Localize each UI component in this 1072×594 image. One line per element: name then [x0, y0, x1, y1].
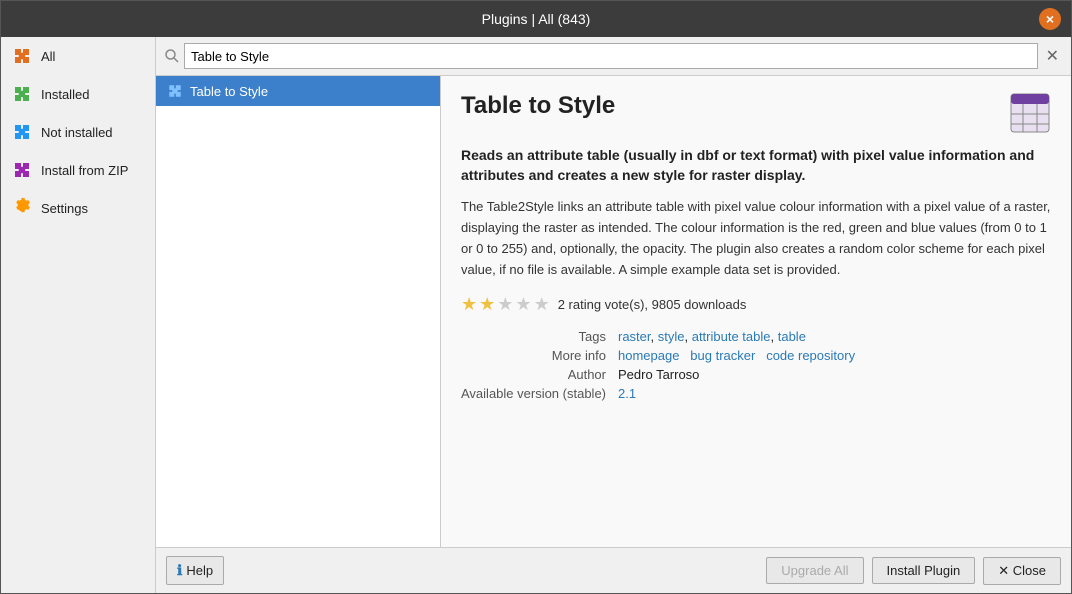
close-label: Close: [1013, 563, 1046, 578]
tags-label: Tags: [461, 329, 606, 344]
tag-raster[interactable]: raster: [618, 329, 651, 344]
tag-style[interactable]: style: [658, 329, 685, 344]
main-content: All Installed Not installed: [1, 37, 1071, 593]
sidebar: All Installed Not installed: [1, 37, 156, 593]
version-label: Available version (stable): [461, 386, 606, 401]
install-label: Install Plugin: [887, 563, 961, 578]
author-value: Pedro Tarroso: [618, 367, 1051, 382]
close-icon: ✕: [998, 563, 1009, 578]
search-input[interactable]: [184, 43, 1038, 69]
all-icon: [11, 45, 33, 67]
footer-left: ℹ Help: [166, 556, 224, 585]
close-button-footer[interactable]: ✕ Close: [983, 557, 1061, 585]
star-1: ★: [461, 294, 477, 315]
sidebar-label-not-installed: Not installed: [41, 125, 113, 140]
star-rating: ★ ★ ★ ★ ★: [461, 294, 550, 315]
sidebar-label-settings: Settings: [41, 201, 88, 216]
footer-right: Upgrade All Install Plugin ✕ Close: [766, 557, 1061, 585]
plugin-list-item-icon: [166, 82, 184, 100]
star-3: ★: [497, 294, 513, 315]
window-title: Plugins | All (843): [482, 11, 591, 27]
rating-text: 2 rating vote(s), 9805 downloads: [558, 297, 747, 312]
search-clear-button[interactable]: ✕: [1042, 46, 1063, 66]
more-info-label: More info: [461, 348, 606, 363]
tags-value: raster, style, attribute table, table: [618, 329, 1051, 344]
zip-icon: [11, 159, 33, 181]
not-installed-icon: [11, 121, 33, 143]
right-panel: ✕ Table to Style Table to Style: [156, 37, 1071, 593]
tag-table[interactable]: table: [778, 329, 806, 344]
rating-row: ★ ★ ★ ★ ★ 2 rating vote(s), 9805 downloa…: [461, 294, 1051, 315]
list-item[interactable]: Table to Style: [156, 76, 440, 106]
sidebar-item-install-zip[interactable]: Install from ZIP: [1, 151, 155, 189]
detail-tagline: Reads an attribute table (usually in dbf…: [461, 146, 1051, 185]
author-label: Author: [461, 367, 606, 382]
search-bar: ✕: [156, 37, 1071, 76]
titlebar: Plugins | All (843) ×: [1, 1, 1071, 37]
detail-description: The Table2Style links an attribute table…: [461, 197, 1051, 280]
sidebar-item-settings[interactable]: Settings: [1, 189, 155, 227]
star-4: ★: [515, 294, 531, 315]
link-code-repository[interactable]: code repository: [766, 348, 855, 363]
installed-icon: [11, 83, 33, 105]
link-bug-tracker[interactable]: bug tracker: [690, 348, 755, 363]
sidebar-item-not-installed[interactable]: Not installed: [1, 113, 155, 151]
plugin-detail: Table to Style: [441, 76, 1071, 547]
footer: ℹ Help Upgrade All Install Plugin ✕ Clos…: [156, 547, 1071, 593]
install-plugin-button[interactable]: Install Plugin: [872, 557, 976, 584]
sidebar-label-installed: Installed: [41, 87, 89, 102]
close-button[interactable]: ×: [1039, 8, 1061, 30]
sidebar-label-all: All: [41, 49, 55, 64]
content-area: Table to Style Table to Style: [156, 76, 1071, 547]
link-homepage[interactable]: homepage: [618, 348, 679, 363]
star-2: ★: [479, 294, 495, 315]
more-info-value: homepage bug tracker code repository: [618, 348, 1051, 363]
help-label: Help: [186, 563, 213, 578]
detail-header: Table to Style: [461, 92, 1051, 134]
sidebar-label-install-zip: Install from ZIP: [41, 163, 128, 178]
main-window: Plugins | All (843) × All: [0, 0, 1072, 594]
sidebar-item-installed[interactable]: Installed: [1, 75, 155, 113]
version-value[interactable]: 2.1: [618, 386, 1051, 401]
sidebar-item-all[interactable]: All: [1, 37, 155, 75]
help-icon: ℹ: [177, 562, 182, 579]
search-icon: [164, 48, 180, 64]
help-button[interactable]: ℹ Help: [166, 556, 224, 585]
upgrade-all-label: Upgrade All: [781, 563, 848, 578]
meta-table: Tags raster, style, attribute table, tab…: [461, 329, 1051, 401]
detail-plugin-icon: [1009, 92, 1051, 134]
tag-attribute-table[interactable]: attribute table: [692, 329, 771, 344]
detail-title: Table to Style: [461, 92, 615, 120]
detail-body: Reads an attribute table (usually in dbf…: [461, 146, 1051, 531]
plugin-list: Table to Style: [156, 76, 441, 547]
plugin-list-item-label: Table to Style: [190, 84, 268, 99]
settings-icon: [11, 197, 33, 219]
upgrade-all-button[interactable]: Upgrade All: [766, 557, 863, 584]
star-5: ★: [534, 294, 550, 315]
